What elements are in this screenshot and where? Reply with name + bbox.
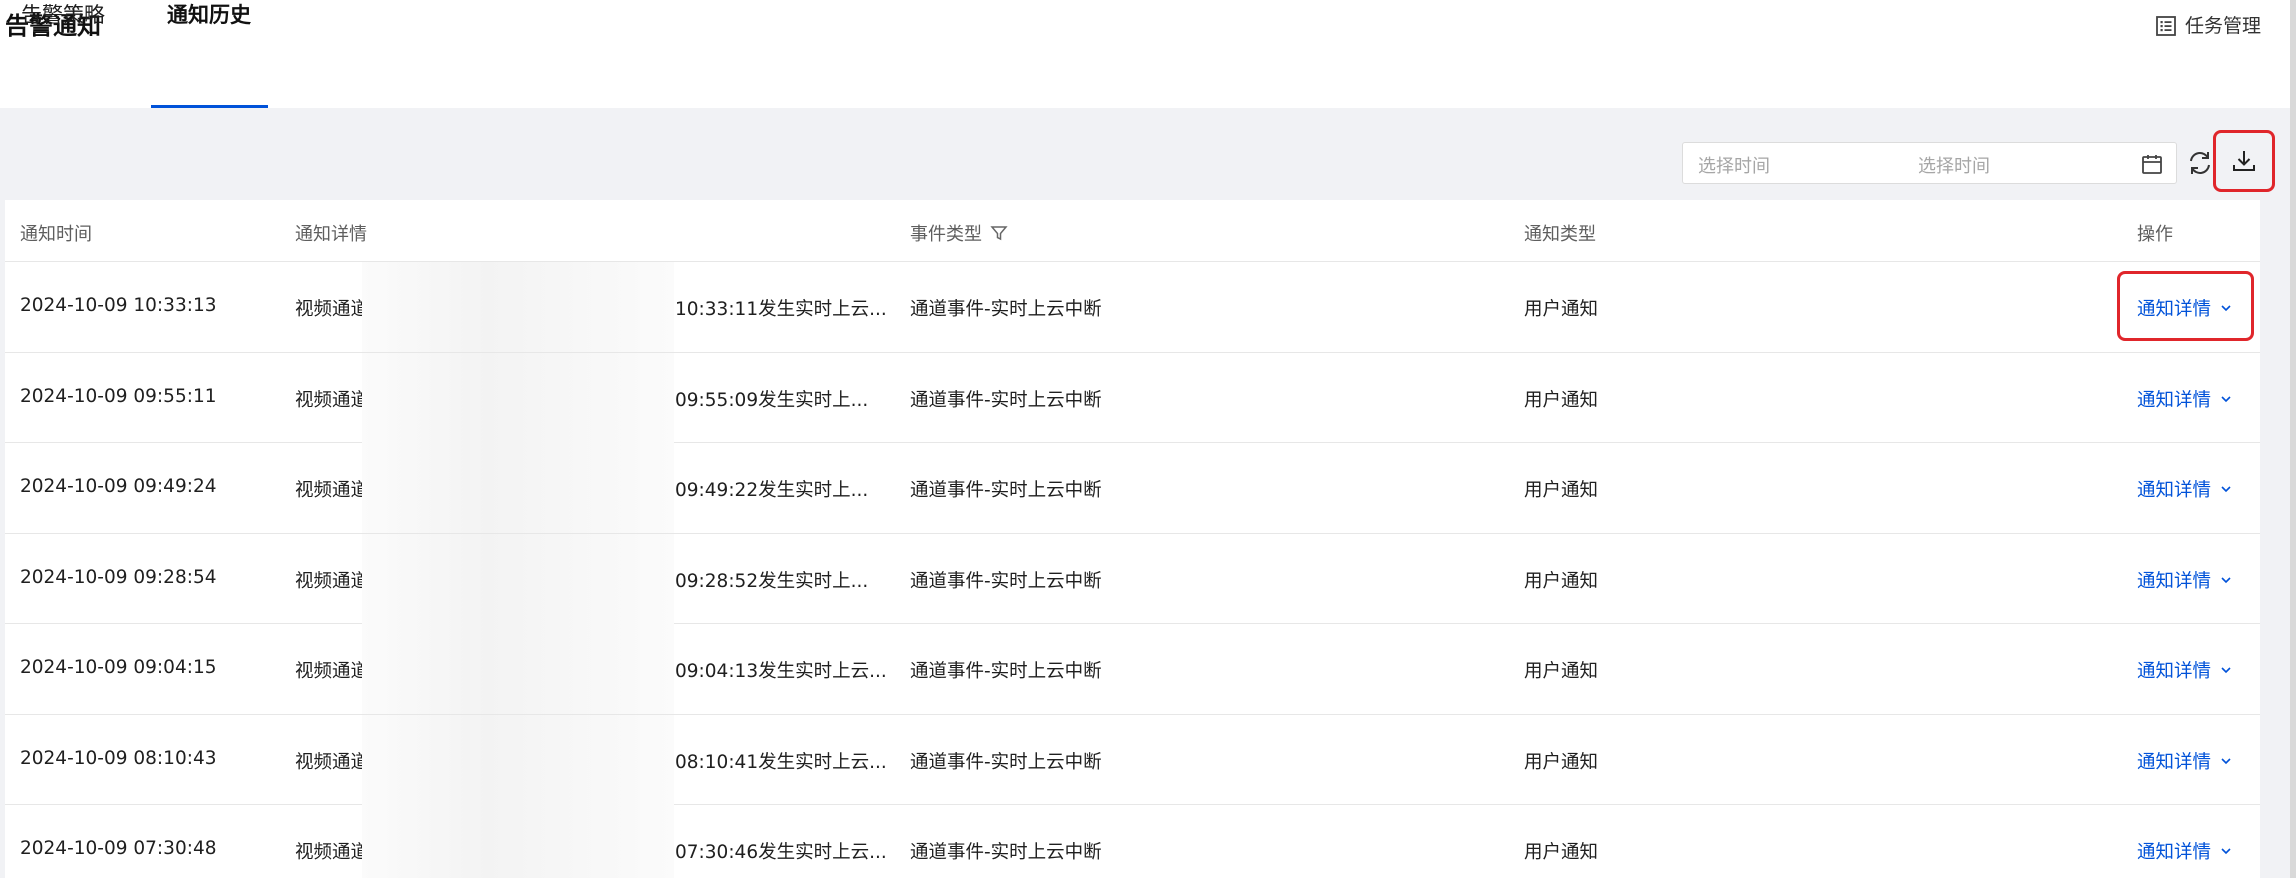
cell-detail-prefix: 视频通道: [295, 299, 370, 320]
cell-time: 2024-10-09 09:28:54: [20, 566, 217, 588]
cell-event-type: 通道事件-实时上云中断: [910, 299, 1102, 320]
cell-detail-suffix: 07:30:46发生实时上云...: [675, 842, 887, 863]
download-icon: [2233, 151, 2255, 171]
chevron-down-icon: [2221, 848, 2231, 855]
notification-detail-link[interactable]: 通知详情: [2137, 476, 2233, 502]
cell-detail-prefix: 视频通道: [295, 389, 370, 411]
redaction-mask: [362, 443, 674, 533]
tab-alarm-policy[interactable]: 告警策略: [21, 0, 105, 38]
column-header-event-type: 事件类型: [910, 220, 1008, 246]
notification-detail-link[interactable]: 通知详情: [2137, 567, 2233, 593]
notification-detail-link[interactable]: 通知详情: [2137, 386, 2233, 412]
date-range-picker[interactable]: 选择时间 选择时间: [1682, 142, 2177, 184]
table-row: 2024-10-09 09:49:24 视频通道 09:49:22发生实时上..…: [5, 443, 2260, 534]
notification-detail-label: 通知详情: [2137, 389, 2212, 411]
cell-detail-prefix: 视频通道: [295, 751, 370, 773]
cell-time: 2024-10-09 07:30:48: [20, 838, 217, 859]
table-row: 2024-10-09 09:04:15 视频通道 09:04:13发生实时上云.…: [5, 624, 2260, 715]
notification-detail-label: 通知详情: [2137, 299, 2212, 320]
cell-event-type: 通道事件-实时上云中断: [910, 661, 1102, 682]
date-start-input[interactable]: 选择时间: [1698, 152, 1770, 178]
date-end-input[interactable]: 选择时间: [1918, 152, 1990, 178]
cell-notice-type: 用户通知: [1524, 751, 1599, 773]
cell-time: 2024-10-09 09:55:11: [20, 385, 217, 407]
chevron-down-icon: [2221, 667, 2231, 674]
redaction-mask: [362, 352, 674, 443]
notification-history-table: 通知时间 通知详情 事件类型 通知类型 操作 2024-10-09 10:33:…: [5, 200, 2260, 878]
cell-time: 2024-10-09 10:33:13: [20, 295, 217, 316]
cell-event-type: 通道事件-实时上云中断: [910, 480, 1102, 501]
cell-notice-type: 用户通知: [1524, 480, 1599, 501]
notification-detail-link[interactable]: 通知详情: [2137, 748, 2233, 774]
cell-notice-type: 用户通知: [1524, 299, 1599, 320]
redaction-mask: [362, 533, 674, 624]
tab-notification-history[interactable]: 通知历史: [167, 0, 251, 38]
table-row: 2024-10-09 10:33:13 视频通道 10:33:11发生实时上云.…: [5, 262, 2260, 353]
cell-detail-suffix: 09:28:52发生实时上...: [675, 570, 869, 592]
table-row: 2024-10-09 09:55:11 视频通道 09:55:09发生实时上..…: [5, 352, 2260, 443]
cell-detail-prefix: 视频通道: [295, 570, 370, 592]
filter-icon[interactable]: [990, 224, 1008, 242]
chevron-down-icon: [2221, 305, 2231, 312]
column-header-detail: 通知详情: [295, 224, 367, 245]
cell-event-type: 通道事件-实时上云中断: [910, 389, 1102, 411]
cell-time: 2024-10-09 09:49:24: [20, 476, 217, 497]
task-list-icon: [2155, 15, 2177, 37]
table-body: 2024-10-09 10:33:13 视频通道 10:33:11发生实时上云.…: [5, 262, 2260, 878]
cell-event-type: 通道事件-实时上云中断: [910, 751, 1102, 773]
notification-detail-label: 通知详情: [2137, 570, 2212, 592]
cell-detail-prefix: 视频通道: [295, 661, 370, 682]
chevron-down-icon: [2221, 576, 2231, 583]
event-type-label: 事件类型: [910, 224, 982, 245]
cell-notice-type: 用户通知: [1524, 842, 1599, 863]
notification-detail-link[interactable]: 通知详情: [2137, 295, 2233, 321]
notification-detail-label: 通知详情: [2137, 480, 2212, 501]
chevron-down-icon: [2221, 395, 2231, 402]
chevron-down-icon: [2221, 757, 2231, 764]
redaction-mask: [362, 805, 674, 878]
cell-detail-suffix: 10:33:11发生实时上云...: [675, 299, 887, 320]
calendar-icon[interactable]: [2140, 152, 2164, 176]
cell-notice-type: 用户通知: [1524, 661, 1599, 682]
refresh-button[interactable]: [2185, 148, 2215, 178]
notification-detail-label: 通知详情: [2137, 751, 2212, 773]
refresh-icon: [2190, 152, 2210, 174]
table-row: 2024-10-09 08:10:43 视频通道 08:10:41发生实时上云.…: [5, 714, 2260, 805]
notification-detail-label: 通知详情: [2137, 842, 2212, 863]
table-row: 2024-10-09 07:30:48 视频通道 07:30:46发生实时上云.…: [5, 805, 2260, 878]
cell-detail-prefix: 视频通道: [295, 480, 370, 501]
column-header-time: 通知时间: [20, 224, 92, 245]
notification-detail-label: 通知详情: [2137, 661, 2212, 682]
cell-detail-suffix: 09:04:13发生实时上云...: [675, 661, 887, 682]
cell-time: 2024-10-09 09:04:15: [20, 657, 217, 678]
download-button[interactable]: [2213, 130, 2275, 192]
cell-notice-type: 用户通知: [1524, 389, 1599, 411]
redaction-mask: [362, 624, 674, 714]
top-bar: 告警通知 任务管理 告警策略 通知历史: [0, 0, 2296, 108]
cell-detail-suffix: 08:10:41发生实时上云...: [675, 751, 887, 773]
cell-detail-suffix: 09:55:09发生实时上...: [675, 389, 869, 411]
redaction-mask: [362, 262, 674, 352]
column-header-notice-type: 通知类型: [1524, 224, 1596, 245]
task-management-button[interactable]: 任务管理: [2155, 12, 2261, 40]
notification-detail-link[interactable]: 通知详情: [2137, 838, 2233, 864]
cell-time: 2024-10-09 08:10:43: [20, 747, 217, 769]
task-management-label: 任务管理: [2184, 15, 2261, 37]
redaction-mask: [362, 714, 674, 805]
cell-notice-type: 用户通知: [1524, 570, 1599, 592]
cell-event-type: 通道事件-实时上云中断: [910, 842, 1102, 863]
cell-event-type: 通道事件-实时上云中断: [910, 570, 1102, 592]
scrollbar[interactable]: [2290, 0, 2296, 878]
table-header: 通知时间 通知详情 事件类型 通知类型 操作: [5, 200, 2260, 262]
cell-detail-suffix: 09:49:22发生实时上...: [675, 480, 869, 501]
chevron-down-icon: [2221, 486, 2231, 493]
table-row: 2024-10-09 09:28:54 视频通道 09:28:52发生实时上..…: [5, 533, 2260, 624]
column-header-action: 操作: [2137, 224, 2173, 245]
cell-detail-prefix: 视频通道: [295, 842, 370, 863]
notification-detail-link[interactable]: 通知详情: [2137, 657, 2233, 683]
